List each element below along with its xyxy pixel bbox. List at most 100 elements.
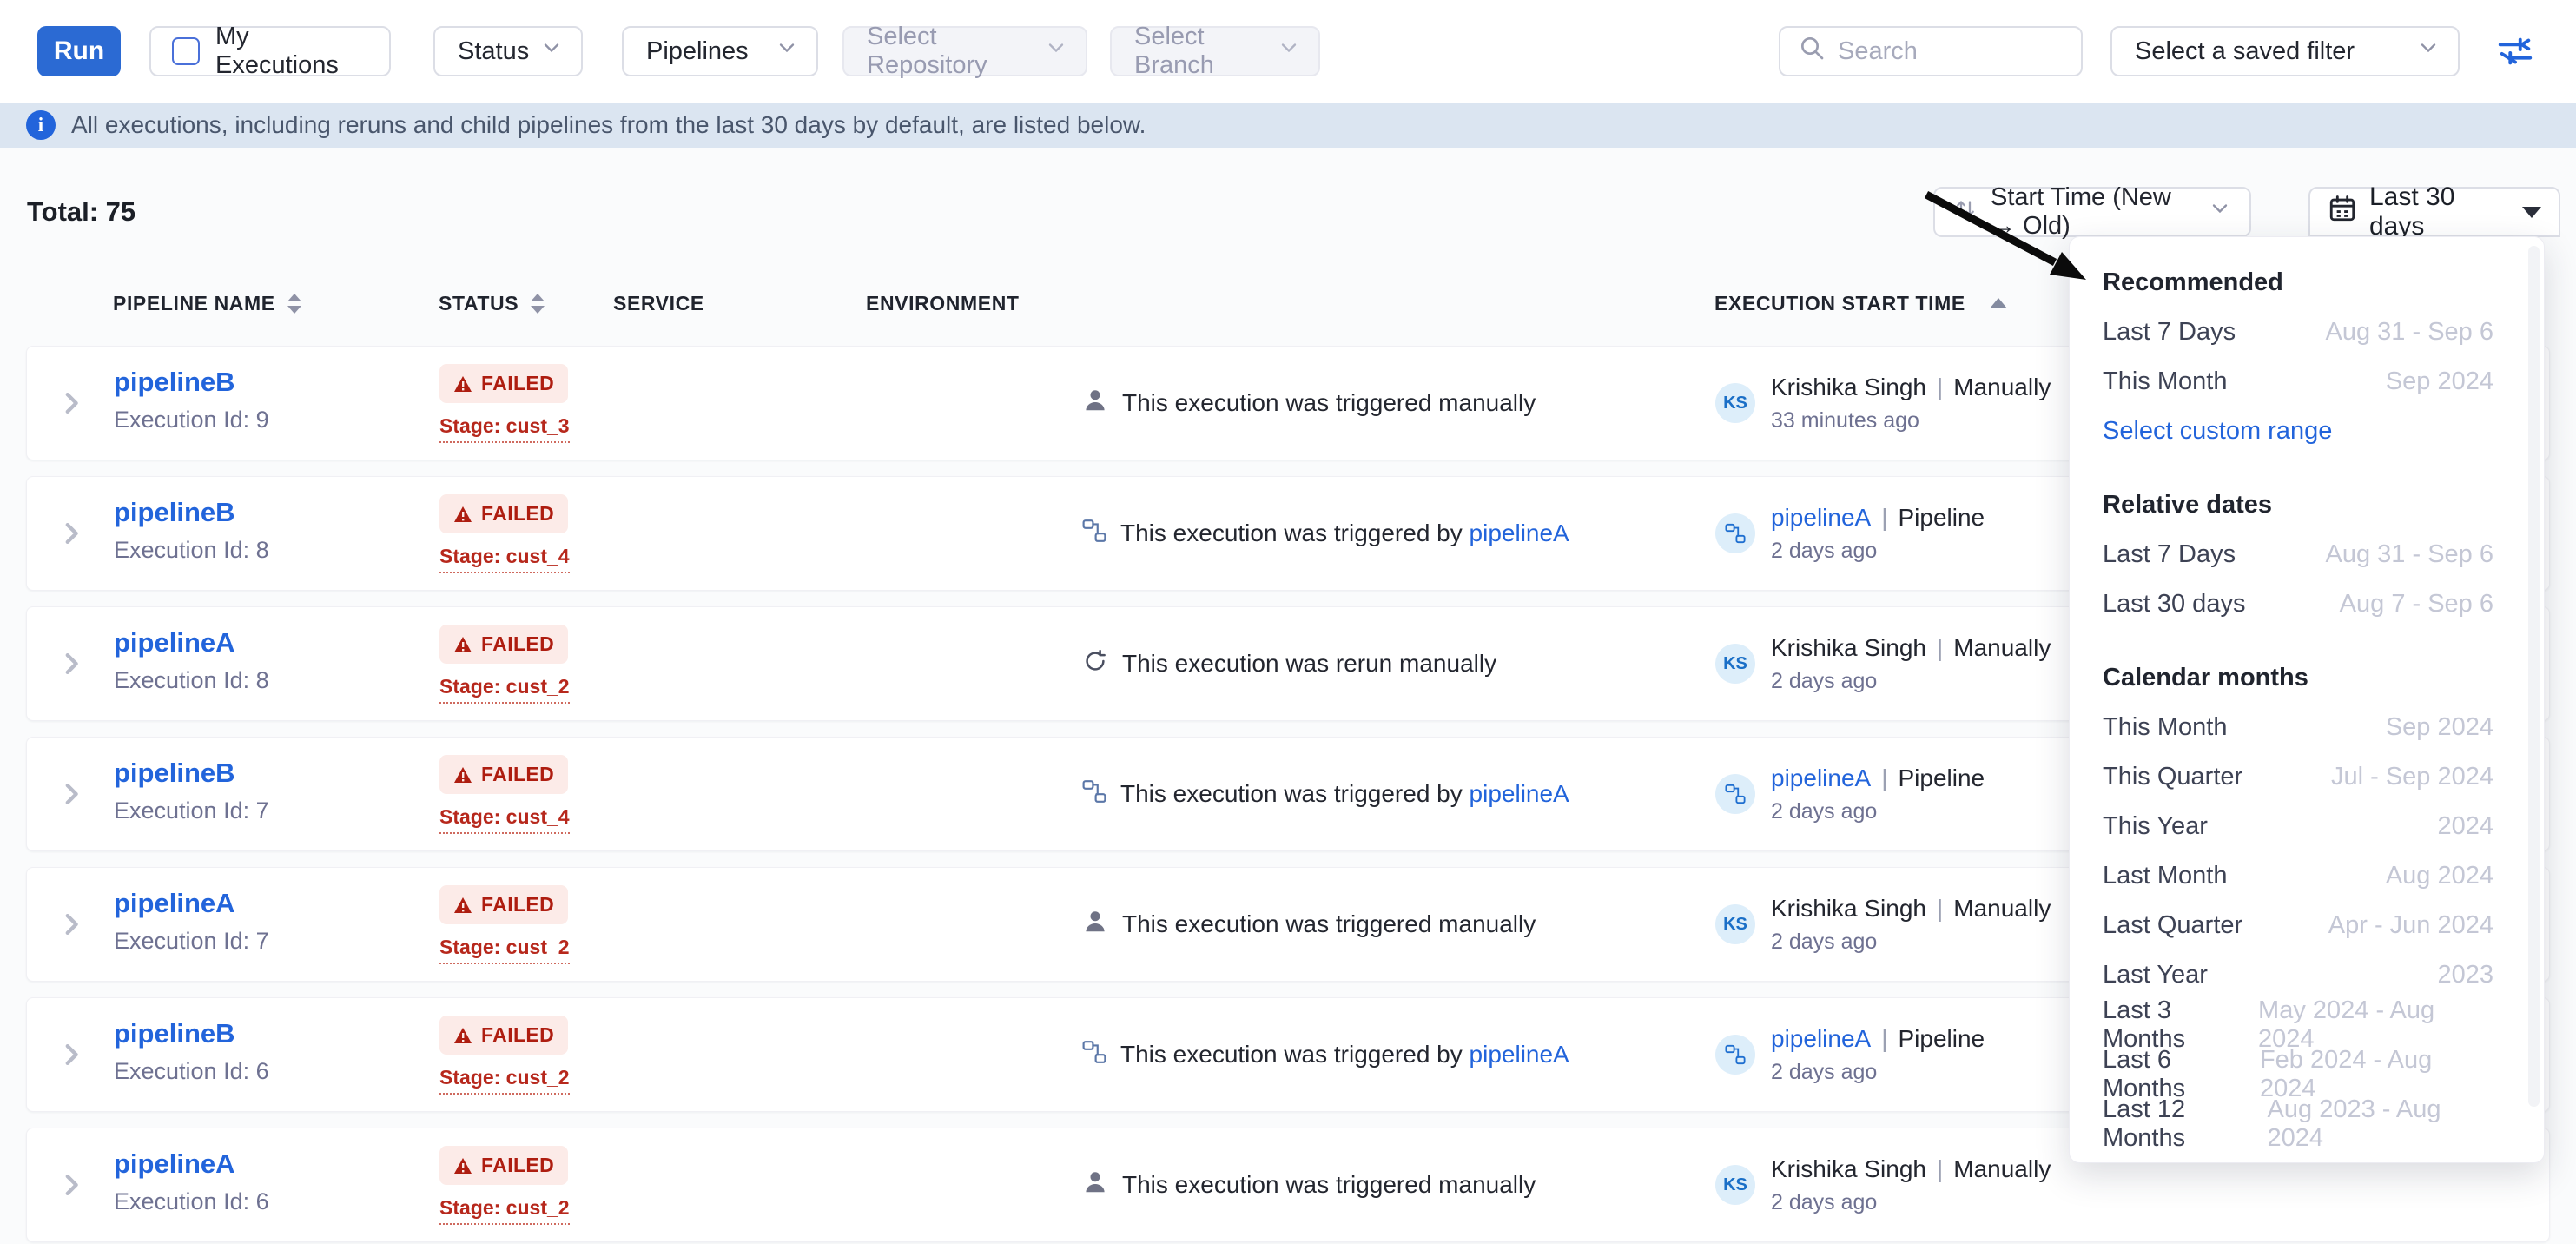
chevron-right-icon[interactable] — [56, 1040, 86, 1074]
chevron-right-icon[interactable] — [56, 1170, 86, 1204]
sort-both-icon — [531, 294, 545, 314]
info-banner-text: All executions, including reruns and chi… — [71, 111, 1146, 139]
warning-icon — [453, 1027, 472, 1044]
pipeline-name-link[interactable]: pipelineB — [114, 367, 235, 397]
menu-item-this-month[interactable]: This Month Sep 2024 — [2070, 703, 2544, 752]
stage-link[interactable]: Stage: cust_4 — [439, 545, 570, 573]
sort-label: Start Time (New → Old) — [1991, 183, 2196, 241]
status-badge: FAILED — [439, 625, 568, 664]
time-ago: 2 days ago — [1771, 799, 1985, 824]
calendar-icon — [2328, 194, 2357, 230]
stage-link[interactable]: Stage: cust_2 — [439, 675, 570, 704]
menu-item-last-month[interactable]: Last Month Aug 2024 — [2070, 851, 2544, 901]
sort-icon — [1952, 195, 1978, 228]
sort-dropdown[interactable]: Start Time (New → Old) — [1933, 187, 2251, 237]
warning-icon — [453, 1157, 472, 1175]
my-executions-checkbox[interactable] — [172, 37, 200, 65]
search-input[interactable] — [1838, 37, 2064, 66]
menu-item-last-30-days[interactable]: Last 30 days Aug 7 - Sep 6 — [2070, 579, 2544, 629]
run-button[interactable]: Run — [37, 26, 121, 76]
chevron-right-icon[interactable] — [56, 519, 86, 553]
saved-filter-label: Select a saved filter — [2135, 37, 2355, 66]
trigger-pipeline-link[interactable]: pipelineA — [1470, 1041, 1569, 1068]
chevron-down-icon — [2208, 196, 2232, 228]
warning-icon — [453, 636, 472, 653]
starter-name[interactable]: pipelineA — [1771, 504, 1871, 532]
info-banner: i All executions, including reruns and c… — [0, 103, 2576, 148]
status-filter-dropdown[interactable]: Status — [433, 26, 583, 76]
time-ago: 2 days ago — [1771, 930, 2051, 955]
stage-link[interactable]: Stage: cust_2 — [439, 1196, 570, 1225]
sort-both-icon — [287, 294, 301, 314]
starter-name: Krishika Singh — [1771, 374, 1926, 401]
execution-id: Execution Id: 7 — [114, 928, 269, 955]
menu-item-last-3-months[interactable]: Last 3 Months May 2024 - Aug 2024 — [2070, 1000, 2544, 1049]
status-filter-label: Status — [458, 37, 529, 66]
user-icon — [1082, 1169, 1108, 1201]
avatar: KS — [1715, 383, 1755, 423]
rerun-icon — [1082, 648, 1108, 680]
user-icon — [1082, 909, 1108, 941]
filter-settings-icon[interactable] — [2493, 29, 2538, 74]
time-ago: 2 days ago — [1771, 1190, 2051, 1215]
starter-name[interactable]: pipelineA — [1771, 1025, 1871, 1053]
execution-id: Execution Id: 6 — [114, 1058, 269, 1085]
date-range-menu: Recommended Last 7 Days Aug 31 - Sep 6 T… — [2069, 236, 2545, 1163]
stage-link[interactable]: Stage: cust_2 — [439, 936, 570, 964]
menu-item-this-quarter[interactable]: This Quarter Jul - Sep 2024 — [2070, 752, 2544, 802]
pipeline-avatar-icon — [1715, 1035, 1755, 1075]
select-branch-dropdown[interactable]: Select Branch — [1110, 26, 1320, 76]
column-header-status[interactable]: STATUS — [439, 283, 545, 323]
menu-item-this-month[interactable]: This Month Sep 2024 — [2070, 357, 2544, 407]
pipeline-name-link[interactable]: pipelineB — [114, 497, 235, 527]
caret-down-icon — [2522, 207, 2541, 218]
info-icon: i — [26, 110, 56, 140]
chevron-right-icon[interactable] — [56, 910, 86, 943]
chevron-right-icon[interactable] — [56, 649, 86, 683]
menu-item-select-custom-range[interactable]: Select custom range — [2070, 407, 2544, 456]
search-box[interactable] — [1779, 26, 2083, 76]
menu-section-calendar-months: Calendar months — [2070, 653, 2544, 703]
menu-item-last-7-days[interactable]: Last 7 Days Aug 31 - Sep 6 — [2070, 308, 2544, 357]
stage-link[interactable]: Stage: cust_2 — [439, 1066, 570, 1095]
date-range-dropdown[interactable]: Last 30 days — [2308, 187, 2560, 237]
column-header-execution-start-time[interactable]: EXECUTION START TIME — [1714, 283, 2007, 323]
sort-ascending-icon — [1990, 298, 2007, 308]
warning-icon — [453, 506, 472, 523]
menu-item-last-quarter[interactable]: Last Quarter Apr - Jun 2024 — [2070, 901, 2544, 950]
my-executions-toggle[interactable]: My Executions — [149, 26, 391, 76]
menu-item-last-year[interactable]: Last Year 2023 — [2070, 950, 2544, 1000]
menu-item-last-6-months[interactable]: Last 6 Months Feb 2024 - Aug 2024 — [2070, 1049, 2544, 1099]
status-badge: FAILED — [439, 885, 568, 924]
trigger-pipeline-link[interactable]: pipelineA — [1470, 519, 1569, 546]
pipeline-name-link[interactable]: pipelineA — [114, 888, 235, 918]
select-branch-label: Select Branch — [1134, 23, 1277, 80]
chevron-right-icon[interactable] — [56, 779, 86, 813]
menu-item-last-12-months[interactable]: Last 12 Months Aug 2023 - Aug 2024 — [2070, 1099, 2544, 1148]
saved-filter-dropdown[interactable]: Select a saved filter — [2110, 26, 2460, 76]
trigger-type: Pipeline — [1898, 1025, 1985, 1053]
total-count: Total: 75 — [27, 196, 135, 228]
chevron-right-icon[interactable] — [56, 388, 86, 422]
chevron-down-icon — [1044, 36, 1068, 67]
status-badge: FAILED — [439, 755, 568, 794]
menu-item-last-7-days[interactable]: Last 7 Days Aug 31 - Sep 6 — [2070, 530, 2544, 579]
select-repository-dropdown[interactable]: Select Repository — [842, 26, 1087, 76]
pipeline-name-link[interactable]: pipelineB — [114, 758, 235, 788]
user-icon — [1082, 387, 1108, 420]
time-ago: 2 days ago — [1771, 1060, 1985, 1085]
trigger-type: Manually — [1953, 374, 2051, 401]
starter-name[interactable]: pipelineA — [1771, 764, 1871, 792]
chevron-down-icon — [539, 36, 564, 67]
stage-link[interactable]: Stage: cust_4 — [439, 805, 570, 834]
pipeline-name-link[interactable]: pipelineA — [114, 627, 235, 658]
stage-link[interactable]: Stage: cust_3 — [439, 414, 570, 443]
menu-scrollbar[interactable] — [2528, 246, 2540, 1107]
column-header-pipeline-name[interactable]: PIPELINE NAME — [113, 283, 301, 323]
time-ago: 33 minutes ago — [1771, 408, 2051, 433]
pipeline-name-link[interactable]: pipelineB — [114, 1018, 235, 1049]
trigger-pipeline-link[interactable]: pipelineA — [1470, 780, 1569, 807]
menu-item-this-year[interactable]: This Year 2024 — [2070, 802, 2544, 851]
pipelines-filter-dropdown[interactable]: Pipelines — [622, 26, 818, 76]
pipeline-name-link[interactable]: pipelineA — [114, 1148, 235, 1179]
